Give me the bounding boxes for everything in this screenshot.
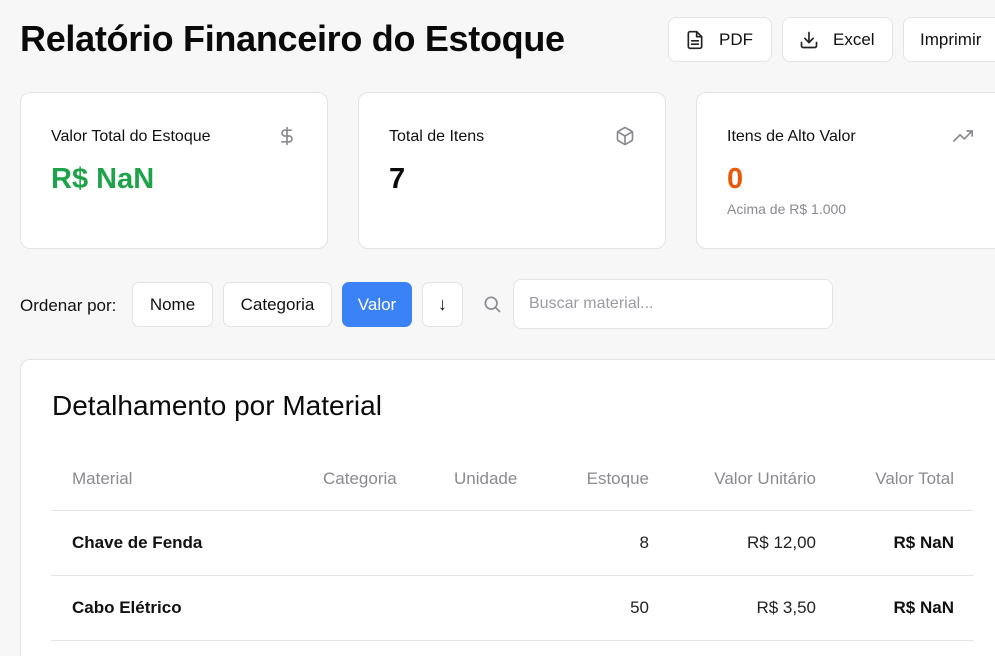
card-value: 7 <box>389 163 406 195</box>
cell-unit-value: R$ 3,50 <box>756 598 816 617</box>
cell-stock: 50 <box>630 598 649 617</box>
print-label: Imprimir <box>920 29 982 49</box>
column-header-category[interactable]: Categoria <box>323 447 397 510</box>
cell-material: Chave de Fenda <box>72 533 203 552</box>
card-label: Itens de Alto Valor <box>727 128 856 145</box>
dollar-icon <box>281 126 293 146</box>
cell-total-value: R$ NaN <box>893 533 954 552</box>
card-subtitle: Acima de R$ 1.000 <box>727 201 847 217</box>
card-value: R$ NaN <box>51 163 155 195</box>
material-breakdown-panel: Detalhamento por Material Material Categ… <box>20 359 995 656</box>
page-title: Relatório Financeiro do Estoque <box>20 18 565 59</box>
sort-direction-button[interactable]: ↓ <box>422 282 463 327</box>
card-label: Valor Total do Estoque <box>51 128 211 145</box>
materials-table: Material Categoria Unidade Estoque Valor… <box>51 447 974 641</box>
download-icon <box>800 31 818 48</box>
cell-unit-value: R$ 12,00 <box>747 533 816 552</box>
export-pdf-label: PDF <box>719 29 753 49</box>
sort-by-category-button[interactable]: Categoria <box>223 282 332 327</box>
cell-material: Cabo Elétrico <box>72 598 182 617</box>
total-value-card: Valor Total do Estoque R$ NaN <box>20 92 328 249</box>
sort-label: Ordenar por: <box>20 296 117 315</box>
card-value: 0 <box>727 163 744 195</box>
column-header-stock[interactable]: Estoque <box>587 447 649 510</box>
trending-up-icon <box>953 130 973 142</box>
column-header-total-value[interactable]: Valor Total <box>875 447 954 510</box>
total-items-card: Total de Itens 7 <box>358 92 666 249</box>
high-value-card: Itens de Alto Valor 0 Acima de R$ 1.000 <box>696 92 995 249</box>
card-label: Total de Itens <box>389 128 485 145</box>
cell-total-value: R$ NaN <box>893 598 954 617</box>
table-row[interactable]: Chave de Fenda 8 R$ 12,00 R$ NaN <box>51 511 974 576</box>
export-pdf-button[interactable]: PDF <box>668 17 772 62</box>
export-excel-button[interactable]: Excel <box>782 17 893 62</box>
column-header-unit-value[interactable]: Valor Unitário <box>714 447 816 510</box>
print-button[interactable]: Imprimir <box>903 17 995 62</box>
file-text-icon <box>687 30 703 49</box>
sort-by-value-button[interactable]: Valor <box>342 282 412 327</box>
column-header-material[interactable]: Material <box>72 447 132 510</box>
sort-by-name-button[interactable]: Nome <box>132 282 213 327</box>
column-header-unit[interactable]: Unidade <box>454 447 517 510</box>
search-input[interactable] <box>513 279 833 329</box>
table-header-row: Material Categoria Unidade Estoque Valor… <box>51 447 974 511</box>
table-row[interactable]: Cabo Elétrico 50 R$ 3,50 R$ NaN <box>51 576 974 641</box>
cell-stock: 8 <box>639 533 649 552</box>
export-excel-label: Excel <box>833 29 875 49</box>
page: Relatório Financeiro do Estoque PDF Exce… <box>0 0 995 656</box>
section-title: Detalhamento por Material <box>52 390 382 421</box>
search-icon <box>484 296 501 313</box>
box-icon <box>616 126 634 146</box>
